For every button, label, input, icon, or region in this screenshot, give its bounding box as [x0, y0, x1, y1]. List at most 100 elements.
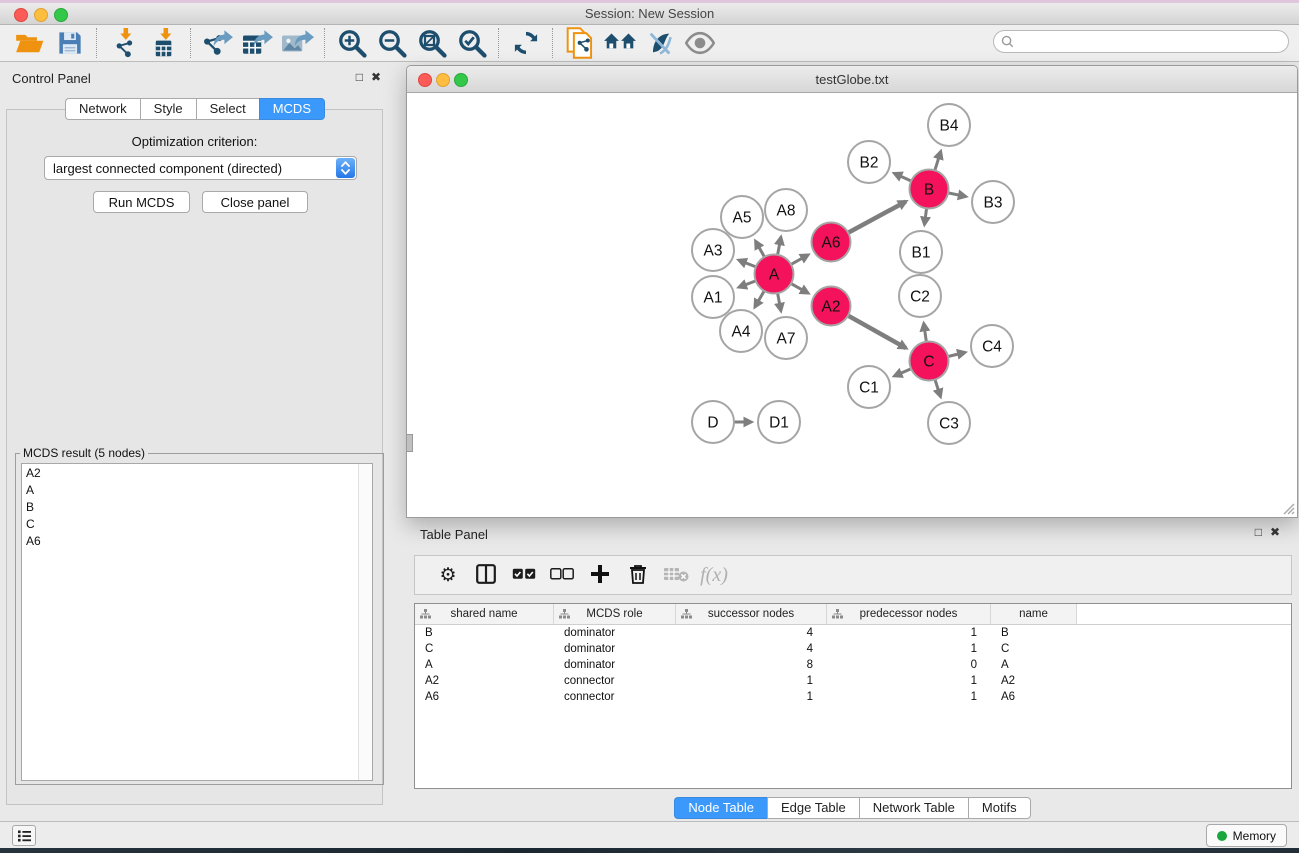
- cell-predecessor-nodes[interactable]: 0: [827, 657, 991, 673]
- table-float-panel-icon[interactable]: □: [1255, 525, 1262, 539]
- graph-node-D1[interactable]: D1: [758, 401, 800, 443]
- graph-edge-A-A8[interactable]: [778, 238, 781, 255]
- network-view-window[interactable]: testGlobe.txt B4B2BB3A5A8A6B1A3AC2A1A2A4…: [406, 65, 1298, 518]
- task-history-button[interactable]: [12, 825, 36, 846]
- tab-network-table[interactable]: Network Table: [859, 797, 968, 819]
- graph-node-A8[interactable]: A8: [765, 189, 807, 231]
- cell-successor-nodes[interactable]: 4: [676, 625, 827, 641]
- graph-node-A7[interactable]: A7: [765, 317, 807, 359]
- graph-edge-A-A2[interactable]: [791, 284, 808, 293]
- delete-columns-button[interactable]: [619, 560, 657, 590]
- cell-name[interactable]: A: [991, 657, 1077, 673]
- memory-button[interactable]: Memory: [1206, 824, 1287, 847]
- graph-edge-A2-C[interactable]: [848, 316, 906, 348]
- cell-predecessor-nodes[interactable]: 1: [827, 641, 991, 657]
- table-row[interactable]: Bdominator41B: [415, 625, 1291, 641]
- graph-node-A[interactable]: A: [755, 255, 794, 294]
- column-header-MCDS-role[interactable]: MCDS role: [554, 604, 676, 624]
- graph-node-B1[interactable]: B1: [900, 231, 942, 273]
- graph-node-A4[interactable]: A4: [720, 310, 762, 352]
- tab-mcds[interactable]: MCDS: [259, 98, 325, 120]
- mcds-result-item[interactable]: C: [22, 515, 372, 532]
- cell-predecessor-nodes[interactable]: 1: [827, 625, 991, 641]
- search-input[interactable]: [1014, 32, 1288, 52]
- graph-edge-C-C4[interactable]: [948, 352, 965, 356]
- zoom-in-button[interactable]: [332, 27, 372, 59]
- graph-edge-A-A6[interactable]: [791, 255, 808, 264]
- resize-grip-icon[interactable]: [1281, 501, 1295, 515]
- graph-edge-B-B2[interactable]: [895, 173, 912, 181]
- cell-predecessor-nodes[interactable]: 1: [827, 673, 991, 689]
- cell-name[interactable]: C: [991, 641, 1077, 657]
- close-panel-icon[interactable]: ✖: [371, 70, 381, 84]
- network-window-title-bar[interactable]: testGlobe.txt: [407, 66, 1297, 93]
- graph-edge-C-C2[interactable]: [924, 324, 926, 342]
- mcds-result-item[interactable]: A: [22, 481, 372, 498]
- zoom-out-button[interactable]: [372, 27, 412, 59]
- cell-MCDS-role[interactable]: connector: [554, 689, 676, 705]
- network-canvas[interactable]: B4B2BB3A5A8A6B1A3AC2A1A2A4A7C4CC1C3DD1: [408, 93, 1296, 516]
- export-image-button[interactable]: [278, 27, 318, 59]
- clone-network-button[interactable]: [560, 27, 600, 59]
- cell-predecessor-nodes[interactable]: 1: [827, 689, 991, 705]
- unselect-all-columns-button[interactable]: [543, 560, 581, 590]
- table-row[interactable]: Adominator80A: [415, 657, 1291, 673]
- main-title-bar[interactable]: Session: New Session: [0, 3, 1299, 25]
- graph-edge-A-A7[interactable]: [778, 293, 781, 310]
- cell-name[interactable]: B: [991, 625, 1077, 641]
- close-panel-button[interactable]: Close panel: [202, 191, 308, 213]
- table-row[interactable]: A2connector11A2: [415, 673, 1291, 689]
- column-header-successor-nodes[interactable]: successor nodes: [676, 604, 827, 624]
- save-session-button[interactable]: [50, 27, 90, 59]
- graph-edge-C-C3[interactable]: [935, 380, 940, 397]
- cell-shared-name[interactable]: A6: [415, 689, 554, 705]
- table-mode-gear-button[interactable]: ⚙: [429, 560, 467, 590]
- column-header-name[interactable]: name: [991, 604, 1077, 624]
- tab-network[interactable]: Network: [65, 98, 140, 120]
- mcds-list-scrollbar[interactable]: [358, 464, 372, 780]
- cell-name[interactable]: A2: [991, 673, 1077, 689]
- graph-edge-A6-B[interactable]: [848, 202, 906, 233]
- import-network-button[interactable]: [104, 27, 144, 59]
- import-table-button[interactable]: [144, 27, 184, 59]
- cell-MCDS-role[interactable]: dominator: [554, 657, 676, 673]
- mcds-result-item[interactable]: B: [22, 498, 372, 515]
- cell-successor-nodes[interactable]: 8: [676, 657, 827, 673]
- tab-edge-table[interactable]: Edge Table: [767, 797, 859, 819]
- graph-edge-B-B3[interactable]: [948, 193, 965, 197]
- graph-node-D[interactable]: D: [692, 401, 734, 443]
- mcds-result-list[interactable]: A2ABCA6: [21, 463, 373, 781]
- column-header-shared-name[interactable]: shared name: [415, 604, 554, 624]
- open-file-button[interactable]: [10, 27, 50, 59]
- home-views-button[interactable]: [600, 27, 640, 59]
- graph-node-A3[interactable]: A3: [692, 229, 734, 271]
- table-close-panel-icon[interactable]: ✖: [1270, 525, 1280, 539]
- cell-shared-name[interactable]: A2: [415, 673, 554, 689]
- graph-node-A5[interactable]: A5: [721, 196, 763, 238]
- column-header-predecessor-nodes[interactable]: predecessor nodes: [827, 604, 991, 624]
- show-columns-button[interactable]: [467, 560, 505, 590]
- graph-node-C4[interactable]: C4: [971, 325, 1013, 367]
- create-column-button[interactable]: [581, 560, 619, 590]
- graph-edge-C-C1[interactable]: [895, 369, 911, 376]
- cell-successor-nodes[interactable]: 1: [676, 673, 827, 689]
- graph-node-A6[interactable]: A6: [812, 223, 851, 262]
- tab-select[interactable]: Select: [196, 98, 259, 120]
- search-field[interactable]: [993, 30, 1289, 53]
- zoom-fit-button[interactable]: [412, 27, 452, 59]
- tab-style[interactable]: Style: [140, 98, 196, 120]
- graph-edge-A-A4[interactable]: [755, 291, 764, 307]
- graph-node-A1[interactable]: A1: [692, 276, 734, 318]
- hide-graphics-details-button[interactable]: [640, 27, 680, 59]
- table-row[interactable]: Cdominator41C: [415, 641, 1291, 657]
- tab-motifs[interactable]: Motifs: [968, 797, 1031, 819]
- cell-name[interactable]: A6: [991, 689, 1077, 705]
- cell-MCDS-role[interactable]: connector: [554, 673, 676, 689]
- zoom-selected-button[interactable]: [452, 27, 492, 59]
- graph-node-B3[interactable]: B3: [972, 181, 1014, 223]
- graph-node-C1[interactable]: C1: [848, 366, 890, 408]
- graph-node-B2[interactable]: B2: [848, 141, 890, 183]
- graph-edge-A-A3[interactable]: [739, 260, 756, 267]
- table-row[interactable]: A6connector11A6: [415, 689, 1291, 705]
- cell-shared-name[interactable]: B: [415, 625, 554, 641]
